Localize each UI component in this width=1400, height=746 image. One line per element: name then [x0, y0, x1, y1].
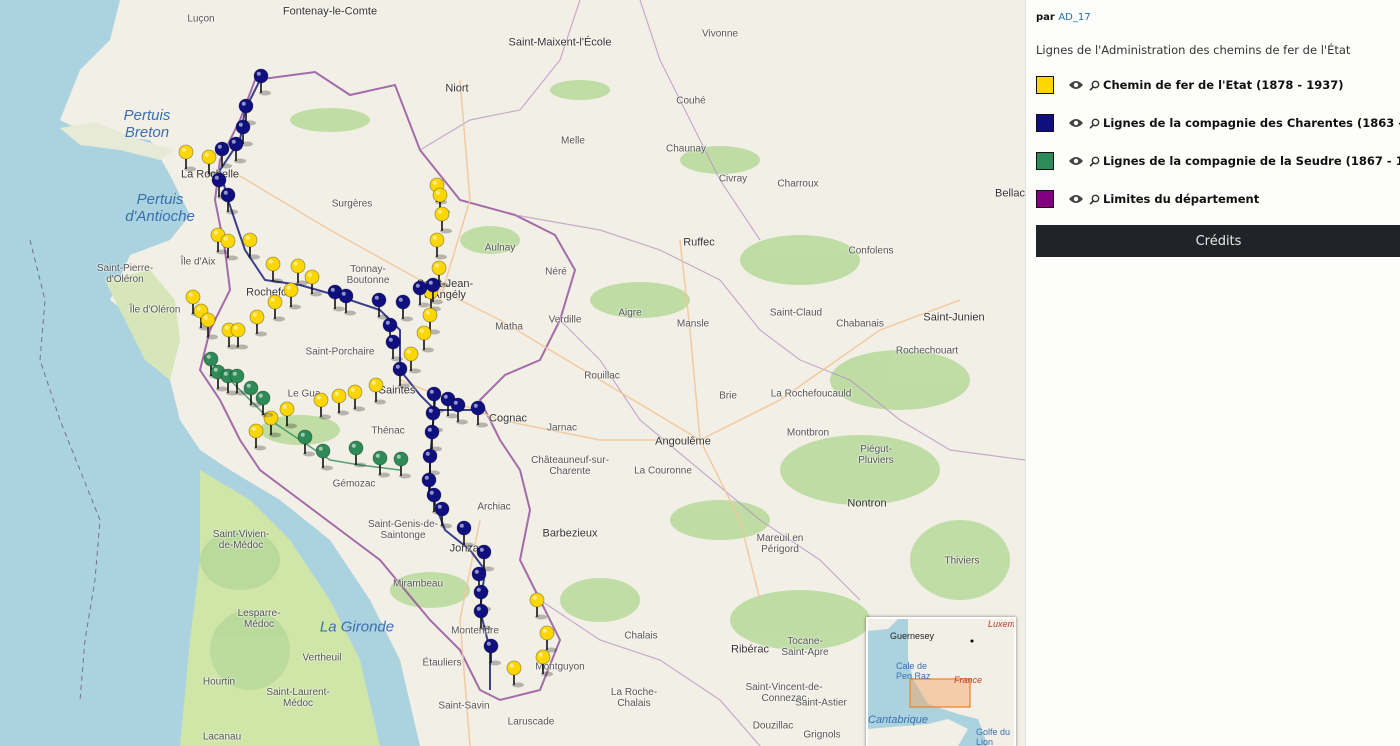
- minimap-label-cantabrique: Cantabrique: [868, 714, 928, 726]
- legend-label[interactable]: Limites du département: [1103, 192, 1259, 206]
- railway-station-marker[interactable]: [220, 187, 238, 215]
- eye-icon[interactable]: [1068, 194, 1084, 204]
- railway-station-marker[interactable]: [483, 638, 501, 666]
- zoom-icon[interactable]: [1089, 80, 1100, 91]
- legend-row-charentes: Lignes de la compagnie des Charentes (18…: [1036, 113, 1400, 133]
- railway-station-marker[interactable]: [422, 448, 440, 476]
- credits-button[interactable]: Crédits: [1036, 225, 1400, 257]
- railway-station-marker[interactable]: [283, 282, 301, 310]
- legend-row-seudre: Lignes de la compagnie de la Seudre (186…: [1036, 151, 1400, 171]
- author-line: par AD_17: [1036, 12, 1091, 23]
- legend-row-etat: Chemin de fer de l'Etat (1878 - 1937): [1036, 75, 1343, 95]
- legend-swatch: [1036, 190, 1054, 208]
- railway-station-marker[interactable]: [368, 377, 386, 405]
- railway-station-marker[interactable]: [434, 501, 452, 529]
- railway-station-marker[interactable]: [315, 443, 333, 471]
- railway-station-marker[interactable]: [506, 660, 524, 688]
- railway-station-marker[interactable]: [201, 149, 219, 177]
- railway-station-marker[interactable]: [347, 384, 365, 412]
- author-link[interactable]: AD_17: [1058, 12, 1090, 23]
- railway-station-marker[interactable]: [371, 292, 389, 320]
- legend-label[interactable]: Chemin de fer de l'Etat (1878 - 1937): [1103, 78, 1343, 92]
- railway-station-marker[interactable]: [392, 361, 410, 389]
- railway-station-marker[interactable]: [178, 144, 196, 172]
- minimap-label-france: France: [954, 675, 983, 685]
- railway-station-marker[interactable]: [267, 294, 285, 322]
- legend-swatch: [1036, 152, 1054, 170]
- zoom-icon[interactable]: [1089, 156, 1100, 167]
- railway-station-marker[interactable]: [450, 397, 468, 425]
- minimap-label-guernesey: Guernesey: [890, 631, 935, 641]
- minimap-label-pen-raz: Cale de Pen Raz: [896, 661, 931, 681]
- minimap-label-luxembourg: Luxembourg: [988, 619, 1016, 629]
- railway-station-marker[interactable]: [248, 423, 266, 451]
- side-panel: par AD_17 Lignes de l'Administration des…: [1025, 0, 1400, 746]
- railway-station-marker[interactable]: [279, 401, 297, 429]
- railway-station-marker[interactable]: [348, 440, 366, 468]
- railway-station-marker[interactable]: [395, 294, 413, 322]
- legend-label[interactable]: Lignes de la compagnie des Charentes (18…: [1103, 116, 1400, 130]
- map-view[interactable]: Luçon Fontenay-le-Comte Niort Saint-Maix…: [0, 0, 1025, 746]
- railway-station-marker[interactable]: [456, 520, 474, 548]
- author-prefix: par: [1036, 12, 1055, 23]
- zoom-icon[interactable]: [1089, 118, 1100, 129]
- railway-station-marker[interactable]: [539, 625, 557, 653]
- map-subtitle: Lignes de l'Administration des chemins d…: [1036, 43, 1351, 57]
- railway-station-marker[interactable]: [220, 233, 238, 261]
- legend-swatch: [1036, 76, 1054, 94]
- railway-station-marker[interactable]: [249, 309, 267, 337]
- railway-station-marker[interactable]: [338, 288, 356, 316]
- railway-station-marker[interactable]: [297, 429, 315, 457]
- legend-swatch: [1036, 114, 1054, 132]
- railway-station-marker[interactable]: [253, 68, 271, 96]
- legend-row-limites: Limites du département: [1036, 189, 1259, 209]
- railway-station-marker[interactable]: [331, 388, 349, 416]
- railway-station-marker[interactable]: [529, 592, 547, 620]
- legend-label[interactable]: Lignes de la compagnie de la Seudre (186…: [1103, 154, 1400, 168]
- railway-station-marker[interactable]: [290, 258, 308, 286]
- railway-station-marker[interactable]: [470, 400, 488, 428]
- railway-station-marker[interactable]: [535, 649, 553, 677]
- minimap[interactable]: Guernesey Cale de Pen Raz France Cantabr…: [866, 617, 1016, 746]
- zoom-icon[interactable]: [1089, 194, 1100, 205]
- eye-icon[interactable]: [1068, 80, 1084, 90]
- minimap-label-golfe-lion: Golfe du Lion: [976, 727, 1011, 746]
- railway-station-marker[interactable]: [313, 392, 331, 420]
- railway-station-marker[interactable]: [429, 232, 447, 260]
- railway-station-marker[interactable]: [242, 232, 260, 260]
- railway-station-marker[interactable]: [265, 256, 283, 284]
- eye-icon[interactable]: [1068, 156, 1084, 166]
- eye-icon[interactable]: [1068, 118, 1084, 128]
- railway-station-marker[interactable]: [385, 334, 403, 362]
- railway-station-marker[interactable]: [393, 451, 411, 479]
- railway-station-marker[interactable]: [372, 450, 390, 478]
